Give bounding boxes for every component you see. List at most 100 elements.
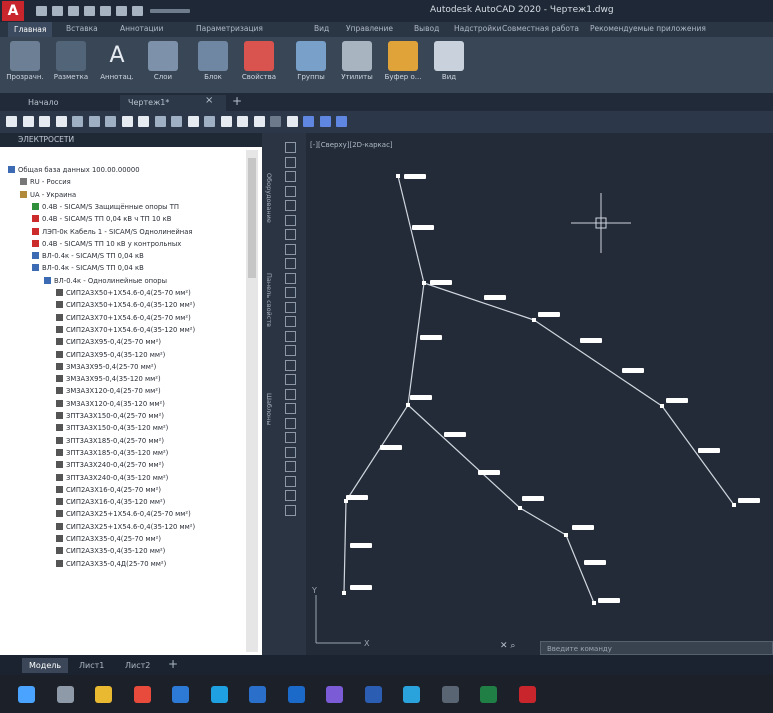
tree-item[interactable]: СИП2А3Х16-0,4(35-120 мм²) — [56, 497, 165, 507]
pole-label-tag[interactable] — [580, 338, 602, 343]
palette-tool-icon[interactable] — [285, 359, 296, 371]
undo-icon[interactable] — [116, 6, 127, 16]
pole-symbol[interactable] — [732, 503, 736, 507]
pole-label-tag[interactable] — [412, 225, 434, 230]
ribbon-tab[interactable]: Надстройки — [454, 24, 502, 33]
close-tab-icon[interactable]: × — [205, 95, 213, 106]
toolbar-tool-icon[interactable] — [220, 116, 232, 127]
ribbon-button[interactable]: Утилиты — [336, 39, 378, 91]
tree-item[interactable]: СИП2А3Х95-0,4(25-70 мм²) — [56, 337, 161, 347]
palette-tool-icon[interactable] — [285, 345, 296, 356]
tree-item[interactable]: ЗПТ3А3Х150-0,4(25-70 мм²) — [56, 411, 164, 421]
tree-item[interactable]: ЗМ3А3Х120-0,4(25-70 мм²) — [56, 386, 161, 396]
pole-label-tag[interactable] — [538, 312, 560, 317]
ribbon-tab[interactable]: Вид — [314, 24, 329, 33]
toolbar-tool-icon[interactable] — [22, 116, 34, 127]
layout-tab[interactable]: Модель — [22, 658, 69, 673]
tree-item[interactable]: 0.4В - SICAM/S Защищённые опоры ТП — [32, 202, 179, 212]
palette-tool-icon[interactable] — [285, 475, 296, 487]
tree-item[interactable]: СИП2А3Х95-0,4(35-120 мм²) — [56, 350, 165, 360]
cable-line[interactable] — [407, 282, 425, 406]
ribbon-tab[interactable]: Параметризация — [196, 24, 263, 33]
pole-label-tag[interactable] — [444, 432, 466, 437]
toolbar-tool-icon[interactable] — [72, 116, 83, 127]
word-icon[interactable] — [364, 686, 382, 703]
telegram-icon[interactable] — [403, 686, 420, 703]
tree-item[interactable]: ЗМ3А3Х120-0,4(35-120 мм²) — [56, 399, 165, 409]
pole-label-tag[interactable] — [350, 543, 372, 548]
palette-tool-icon[interactable] — [285, 446, 296, 458]
palette-tool-icon[interactable] — [285, 171, 296, 182]
ribbon-tab[interactable]: Управление — [346, 24, 393, 33]
viewport-controls[interactable]: [-][Сверху][2D-каркас] — [310, 141, 393, 149]
palette-side-label[interactable]: Панель свойств — [265, 273, 273, 327]
palette-tool-icon[interactable] — [285, 432, 296, 443]
ribbon-button[interactable]: Слои — [142, 39, 184, 91]
ribbon-button[interactable]: A Аннотац. — [96, 39, 138, 91]
toolbar-tool-icon[interactable] — [88, 116, 100, 127]
redo-icon[interactable] — [132, 6, 143, 16]
palette-tool-icon[interactable] — [285, 287, 296, 298]
pole-symbol[interactable] — [660, 404, 664, 408]
pole-label-tag[interactable] — [698, 448, 720, 453]
ribbon-button[interactable]: Прозрачн. — [4, 39, 46, 91]
pole-label-tag[interactable] — [484, 295, 506, 300]
tree-item[interactable]: UA - Украина — [20, 190, 76, 200]
tree-item[interactable]: СИП2А3Х50+1Х54.6-0,4(25-70 мм²) — [56, 288, 191, 298]
cable-line[interactable] — [345, 404, 409, 502]
palette-side-label[interactable]: Шаблоны — [265, 393, 273, 425]
print-icon[interactable] — [100, 6, 111, 16]
tree-item[interactable]: ЗПТ3А3Х185-0,4(25-70 мм²) — [56, 436, 164, 446]
tree-item[interactable]: СИП2А3Х70+1Х54.6-0,4(35-120 мм²) — [56, 325, 195, 335]
tree-item[interactable]: 0.4В - SICAM/S ТП 0,04 кВ ч ТП 10 кВ — [32, 214, 171, 224]
tree-scroll-thumb[interactable] — [248, 158, 256, 278]
tree-item[interactable]: СИП2А3Х25+1Х54.6-0,4(35-120 мм²) — [56, 522, 195, 532]
palette-tool-icon[interactable] — [285, 417, 296, 429]
pole-symbol[interactable] — [396, 174, 400, 178]
toolbar-tool-icon[interactable] — [270, 116, 281, 127]
toolbar-tool-icon[interactable] — [237, 116, 248, 127]
new-file-icon[interactable] — [36, 6, 47, 16]
tree-item[interactable]: СИП2А3Х16-0,4(25-70 мм²) — [56, 485, 161, 495]
toolbar-tool-icon[interactable] — [286, 116, 298, 127]
add-layout-icon[interactable]: + — [168, 657, 178, 671]
palette-tool-icon[interactable] — [285, 374, 296, 385]
ribbon-tab[interactable]: Аннотации — [120, 24, 163, 33]
pole-symbol[interactable] — [518, 506, 522, 510]
palette-tool-icon[interactable] — [285, 258, 296, 269]
start-icon[interactable] — [18, 686, 35, 703]
tree-item[interactable]: СИП2А3Х70+1Х54.6-0,4(25-70 мм²) — [56, 313, 191, 323]
autocad-logo-icon[interactable]: A — [2, 1, 24, 21]
tree-item[interactable]: 0.4В - SICAM/S ТП 10 кВ у контрольных — [32, 239, 181, 249]
cable-line[interactable] — [533, 319, 663, 407]
ribbon-tab[interactable]: Рекомендуемые приложения — [590, 24, 706, 33]
chrome-icon[interactable] — [133, 686, 151, 703]
palette-tool-icon[interactable] — [285, 330, 296, 342]
mail-icon[interactable] — [172, 686, 189, 703]
command-line-icons[interactable]: ✕ ⌕ — [500, 641, 538, 655]
palette-tool-icon[interactable] — [285, 316, 296, 327]
pole-symbol[interactable] — [532, 318, 536, 322]
pole-symbol[interactable] — [342, 591, 346, 595]
palette-tool-icon[interactable] — [285, 229, 296, 240]
tree-item[interactable]: СИП2А3Х25+1Х54.6-0,4(25-70 мм²) — [56, 509, 191, 519]
pole-label-tag[interactable] — [478, 470, 500, 475]
pole-symbol[interactable] — [592, 601, 596, 605]
pole-label-tag[interactable] — [410, 395, 432, 400]
palette-tool-icon[interactable] — [285, 200, 296, 211]
palette-side-label[interactable]: Оборудование — [265, 173, 273, 223]
pole-symbol[interactable] — [422, 281, 426, 285]
toolbar-tool-icon[interactable] — [253, 116, 265, 127]
ribbon-tab[interactable]: Вывод — [414, 24, 439, 33]
edge-icon[interactable] — [210, 686, 228, 703]
toolbar-tool-icon[interactable] — [336, 116, 347, 127]
toolbar-tool-icon[interactable] — [138, 116, 149, 127]
ribbon-button[interactable]: Вид — [428, 39, 470, 91]
calculator-icon[interactable] — [441, 686, 459, 703]
cable-line[interactable] — [343, 500, 347, 594]
file-tab[interactable]: Начало — [20, 95, 67, 111]
tree-item[interactable]: ВЛ-0.4к - Однолинейные опоры — [44, 276, 167, 286]
pole-label-tag[interactable] — [522, 496, 544, 501]
search-icon[interactable] — [56, 686, 74, 703]
ribbon-button[interactable]: Блок — [192, 39, 234, 91]
